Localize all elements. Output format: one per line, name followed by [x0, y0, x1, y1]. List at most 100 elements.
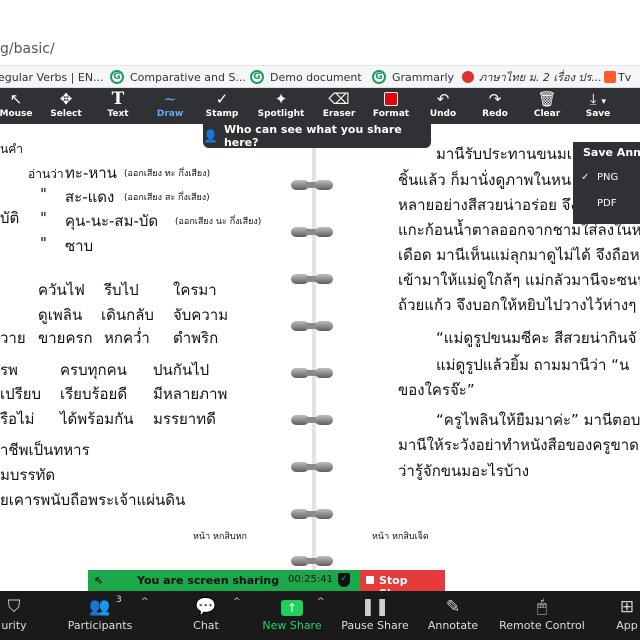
grid-word: จับความ: [173, 306, 229, 324]
tool-eraser[interactable]: ⌫ Eraser: [313, 90, 365, 122]
save-menu-title: Save Anno: [583, 146, 640, 159]
bookmark-comparative[interactable]: G Comparative and S...: [110, 69, 246, 85]
share-timer: 00:25:41: [288, 574, 333, 585]
checkmark-icon: ✓: [215, 90, 229, 108]
screen: g/basic/ egular Verbs | EN... G Comparat…: [0, 0, 640, 640]
bookmark-label: Grammarly: [392, 70, 455, 84]
who-can-see-text: Who can see what you share here?: [223, 123, 402, 149]
google-g-icon: G: [372, 70, 386, 84]
bookmark-tv[interactable]: Tv: [604, 69, 631, 85]
bookmark-irregular-verbs[interactable]: egular Verbs | EN...: [0, 69, 104, 85]
spiral-ring: [291, 461, 335, 473]
chevron-up-icon[interactable]: ^: [233, 597, 241, 607]
grid-lead: รพ: [0, 361, 18, 379]
tool-redo[interactable]: ↷ Redo: [469, 90, 521, 122]
grid-word: ครบทุกคน: [60, 361, 127, 379]
grid-word: มีหลายภาพ: [153, 385, 228, 403]
sentence-line: ยเคารพนับถือพระเจ้าแผ่นดิน: [0, 491, 186, 509]
shield-check-icon: ✓: [338, 573, 350, 587]
chat-icon: 💬: [195, 597, 217, 617]
bookmark-label: ภาษาไทย ม. 2 เรื่อง ปร...: [479, 71, 602, 84]
story-line: “ครูไพลินให้ยืมมาค่ะ” มานีตอบ แ: [436, 411, 640, 429]
bookmark-thai-lesson[interactable]: ภาษาไทย ม. 2 เรื่อง ปร...: [462, 69, 602, 85]
story-line: ว่ารู้จักขนมอะไรบ้าง: [398, 462, 530, 480]
share-up-arrow-icon: ↑: [281, 600, 303, 616]
stop-share-button[interactable]: Stop Share: [360, 570, 445, 600]
participants-button[interactable]: 👥 Participants: [64, 595, 136, 639]
trash-icon: 🗑: [537, 90, 557, 108]
row-lead: บัติ: [0, 209, 20, 227]
tool-save[interactable]: ⤓ ▾ Save: [572, 90, 624, 122]
move-icon: ✥: [59, 90, 73, 108]
mouse-pointer-icon: ↖: [9, 90, 23, 108]
chevron-up-icon[interactable]: ^: [317, 597, 325, 607]
save-download-icon: ⤓ ▾: [590, 90, 606, 108]
apps-button[interactable]: ⊞ App: [614, 595, 640, 639]
bookmark-demo-document[interactable]: G Demo document: [250, 69, 362, 85]
remote-control-button[interactable]: 🖱 Remote Control: [496, 595, 588, 639]
story-line: ถ้วยแก้ว จึงบอกให้หยิบไปวางไว้ห่างๆ: [398, 296, 637, 314]
grid-word: ดูเพลิน: [38, 306, 83, 324]
ditto-mark: ": [40, 209, 47, 227]
tool-spotlight[interactable]: ✦ Spotlight: [255, 90, 307, 122]
spiral-ring: [291, 320, 335, 332]
grid-word: ควันไฟ: [38, 281, 85, 299]
meeting-controls-bar: ⛉ urity 👥 Participants 3 ^ 💬 Chat ^ ↑ Ne…: [0, 591, 640, 640]
chat-button[interactable]: 💬 Chat: [186, 595, 226, 639]
bookmarks-bar: egular Verbs | EN... G Comparative and S…: [0, 66, 640, 88]
pronunciation-word: ซาบ: [65, 237, 94, 255]
pause-share-button[interactable]: ❚❚ Pause Share: [340, 595, 410, 639]
tool-undo[interactable]: ↶ Undo: [417, 90, 469, 122]
people-icon: 👤: [203, 129, 218, 143]
color-swatch-icon: [365, 90, 417, 108]
story-line: มานีรับประทานขนมเ: [436, 145, 572, 163]
tool-draw[interactable]: ∼ Draw: [144, 90, 196, 122]
text-fragment: นคำ: [0, 142, 23, 156]
browser-top-strip: [0, 0, 640, 32]
tool-format[interactable]: Format: [365, 90, 417, 122]
new-share-button[interactable]: ↑ New Share: [260, 595, 324, 639]
chevron-up-icon[interactable]: ^: [141, 597, 149, 607]
grid-word: หกคว่ำ: [104, 329, 150, 347]
sharing-message: You are screen sharing: [137, 574, 280, 587]
grid-word: ปนกันไป: [153, 361, 210, 379]
spiral-ring: [291, 508, 335, 520]
tool-select[interactable]: ✥ Select: [40, 90, 92, 122]
grid-lead: วาย: [0, 329, 26, 347]
pronunciation-word: สะ-แดง: [65, 188, 115, 206]
address-bar[interactable]: g/basic/: [0, 33, 640, 66]
tool-stamp[interactable]: ✓ Stamp: [196, 90, 248, 122]
spotlight-icon: ✦: [274, 90, 288, 108]
security-button[interactable]: ⛉ urity: [0, 595, 34, 639]
who-can-see-bar[interactable]: 👤 Who can see what you share here?: [203, 123, 431, 149]
bookmark-grammarly[interactable]: G Grammarly: [372, 69, 454, 85]
pencil-icon: ✎: [445, 597, 461, 617]
tool-mouse[interactable]: ↖ Mouse: [0, 90, 42, 122]
tool-clear[interactable]: 🗑 Clear: [521, 90, 573, 122]
screen-sharing-banner[interactable]: ⇖ You are screen sharing 00:25:41 ✓: [88, 570, 360, 591]
bookmark-label: Demo document: [270, 70, 362, 84]
url-text[interactable]: g/basic/: [0, 41, 55, 57]
pronunciation-note: (ออกเสียง นะ กึ่งเสียง): [175, 217, 262, 227]
participants-icon: 👥: [89, 597, 111, 617]
grid-lead: เปรียบ: [0, 385, 42, 403]
spiral-ring: [291, 179, 335, 191]
undo-icon: ↶: [436, 90, 450, 108]
pronunciation-note: (ออกเสียง ทะ กึ่งเสียง): [124, 169, 211, 179]
shield-icon: ⛉: [7, 597, 21, 617]
story-line: ของใครจ๊ะ”: [398, 381, 475, 399]
participant-count: 3: [116, 595, 122, 605]
read-as-label: อ่านว่า: [28, 167, 64, 181]
text-icon: T: [111, 89, 125, 109]
grid-word: ตำพริก: [173, 329, 219, 347]
bookmark-label: Comparative and S...: [130, 70, 246, 84]
ditto-mark: ": [40, 234, 47, 252]
drag-handle-icon[interactable]: ⇖: [94, 574, 103, 587]
annotate-button[interactable]: ✎ Annotate: [422, 595, 484, 639]
check-icon: ✓: [581, 172, 590, 183]
tool-text[interactable]: T Text: [92, 90, 144, 122]
spiral-ring: [291, 367, 335, 379]
pause-icon: ❚❚: [360, 597, 390, 617]
story-line: เข้ามาให้แม่ดูใกล้ๆ แม่กลัวมานีจะซนน: [398, 271, 640, 289]
story-line: แม่ดูรูปแล้วยิ้ม ถามมานีว่า “น: [436, 356, 630, 374]
